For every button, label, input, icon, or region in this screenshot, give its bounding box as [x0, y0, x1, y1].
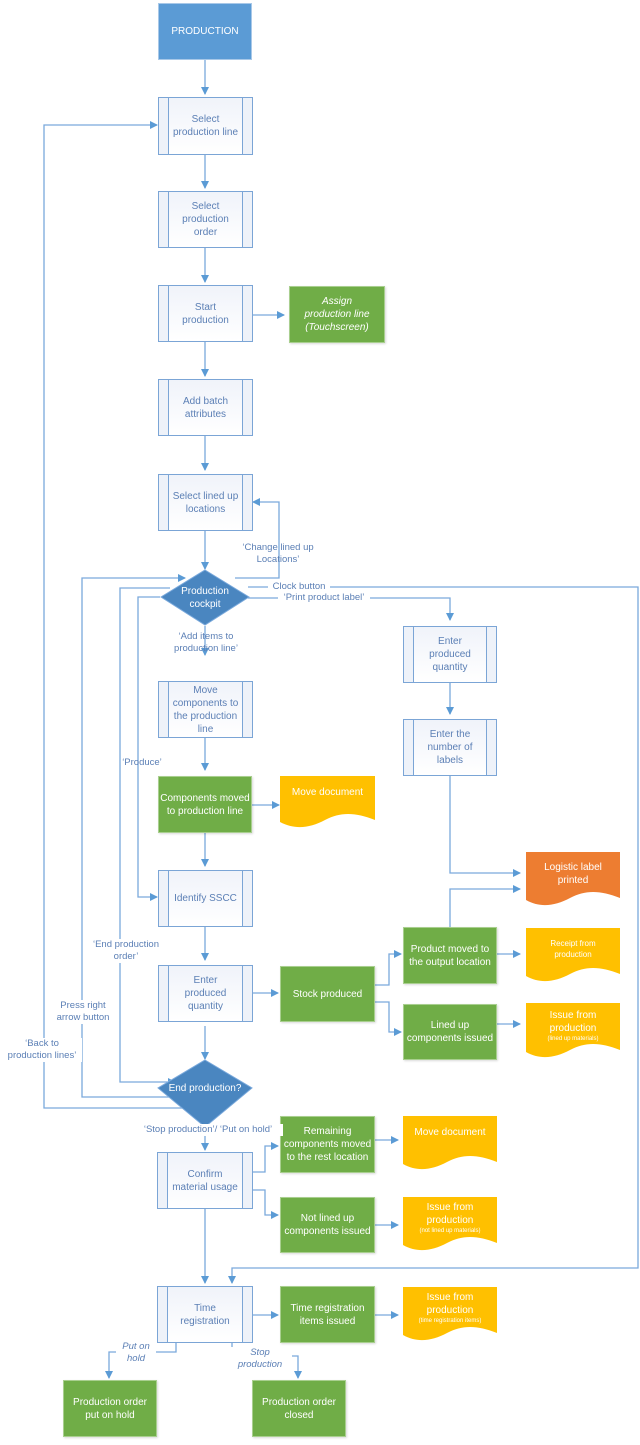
- process-label: Confirm material usage: [172, 1168, 238, 1193]
- process-label: Enter produced quantity: [184, 975, 227, 1012]
- process-label: Select production order: [182, 201, 229, 238]
- edge-produce: [137, 596, 160, 901]
- edge-label-add-items: ‘Add items to production line’: [174, 631, 238, 654]
- edge-label-stop-production: Stop production: [228, 1347, 292, 1371]
- result-components-moved: Components moved to production line: [158, 776, 252, 833]
- edge-stock-to-product: [375, 950, 402, 986]
- document-issue-not-lined-up: Issue from production (not lined up mate…: [403, 1195, 497, 1249]
- document-logistic-label-printed: Logistic label printed: [526, 852, 620, 906]
- result-remaining-components-moved: Remaining components moved to the rest l…: [280, 1116, 375, 1173]
- edge-product-to-logistic: [449, 885, 521, 927]
- result-not-lined-up-issued: Not lined up components issued: [280, 1197, 375, 1253]
- process-label: Add batch attributes: [182, 395, 229, 420]
- document-title: Issue from production: [426, 1292, 474, 1316]
- process-enter-number-of-labels: Enter the number of labels: [403, 719, 497, 776]
- edge-label-print-product-label: ‘Print product label’: [278, 592, 370, 604]
- document-title: Issue from production: [549, 1010, 597, 1034]
- start-node-production: PRODUCTION: [158, 3, 252, 60]
- edge-label-back-to-production-lines: ‘Back to production lines’: [2, 1038, 82, 1062]
- decision-end-production: End production?: [168, 1083, 242, 1094]
- document-subtitle: (not lined up materials): [419, 1228, 481, 1234]
- edge-label-put-on-hold: Put on hold: [116, 1341, 156, 1365]
- process-select-lined-up-locations: Select lined up locations: [158, 474, 253, 531]
- result-stock-produced: Stock produced: [280, 966, 375, 1022]
- edge-label-produce: ‘Produce’: [122, 757, 162, 768]
- edge-labels-to-logistic: [449, 776, 521, 877]
- process-label: Start production: [182, 301, 229, 326]
- process-enter-produced-quantity: Enter produced quantity: [158, 965, 253, 1022]
- process-confirm-material-usage: Confirm material usage: [157, 1152, 253, 1209]
- process-label: Move components to the production line: [172, 684, 239, 735]
- process-enter-produced-quantity-label: Enter produced quantity: [403, 626, 497, 683]
- document-receipt-from-production: Receipt from production: [526, 928, 620, 982]
- document-move-document-1: Move document: [280, 776, 375, 822]
- edge-confirm-to-remaining: [253, 1142, 279, 1173]
- edge-stock-to-lined: [375, 1001, 402, 1036]
- document-move-document-2: Move document: [403, 1116, 497, 1162]
- process-identify-sscc: Identify SSCC: [158, 870, 253, 927]
- edge-label-change-lined-up: ‘Change lined up Locations’: [242, 542, 314, 565]
- process-time-registration: Time registration: [157, 1286, 253, 1343]
- process-label: Select lined up locations: [172, 490, 239, 515]
- edge-label-press-right-arrow: Press right arrow button: [52, 1000, 114, 1024]
- process-label: Time registration: [180, 1302, 230, 1327]
- process-label: Identify SSCC: [174, 893, 237, 904]
- document-subtitle: (lined up materials): [547, 1036, 599, 1042]
- result-order-closed: Production order closed: [252, 1380, 346, 1437]
- process-move-components: Move components to the production line: [158, 681, 253, 738]
- document-title: Logistic label printed: [544, 862, 602, 886]
- process-select-production-order: Select production order: [158, 191, 253, 248]
- edge-confirm-to-notlined: [253, 1189, 279, 1219]
- process-start-production: Start production: [158, 285, 253, 342]
- document-issue-time-registration: Issue from production (time registration…: [403, 1285, 497, 1339]
- process-add-batch-attributes: Add batch attributes: [158, 379, 253, 436]
- process-select-production-line: Select production line: [158, 97, 253, 155]
- result-product-moved: Product moved to the output location: [403, 927, 497, 984]
- result-lined-up-issued: Lined up components issued: [403, 1004, 497, 1060]
- process-label: Select production line: [172, 114, 239, 138]
- result-order-put-on-hold: Production order put on hold: [63, 1380, 157, 1437]
- process-label: Enter produced quantity: [429, 636, 471, 673]
- edge-label-end-production-order: ‘End production order’: [86, 939, 166, 963]
- document-subtitle: (time registration items): [418, 1318, 482, 1324]
- document-title: Issue from production: [426, 1202, 474, 1226]
- result-assign-production-line: Assign production line (Touchscreen): [289, 286, 385, 343]
- decision-production-cockpit: Production cockpit: [181, 586, 229, 610]
- document-title: Move document: [414, 1126, 486, 1138]
- document-title: Receipt from production: [550, 939, 596, 959]
- document-issue-lined-up: Issue from production (lined up material…: [526, 1003, 620, 1057]
- result-time-registration-items-issued: Time registration items issued: [280, 1286, 375, 1343]
- process-label: Enter the number of labels: [427, 729, 473, 766]
- edge-label-stop-or-hold: ‘Stop production’/ ‘Put on hold’: [133, 1124, 283, 1136]
- document-title: Move document: [291, 786, 364, 798]
